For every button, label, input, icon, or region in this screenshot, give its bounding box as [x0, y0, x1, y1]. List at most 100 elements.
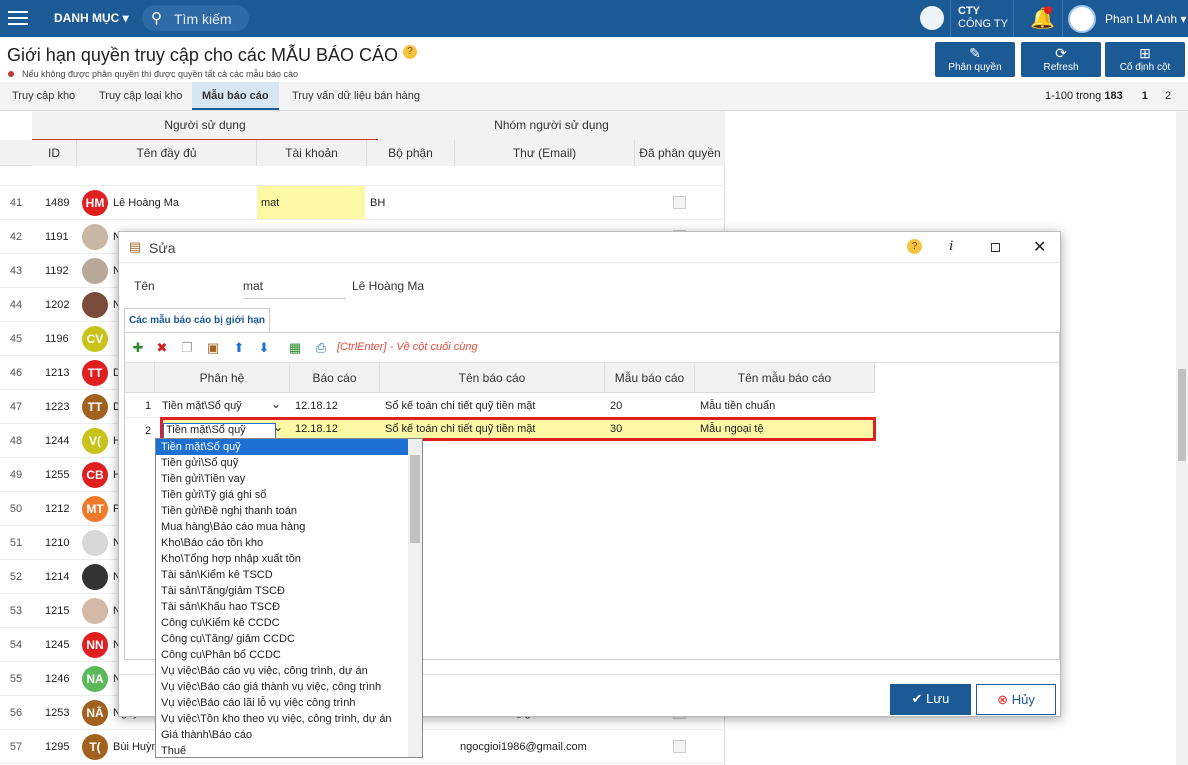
dropdown-option[interactable]: Giá thành\Báo cáo [156, 727, 408, 743]
account-field[interactable]: mat [243, 279, 346, 299]
support-icon[interactable] [920, 6, 944, 30]
row-number: 41 [9, 197, 23, 209]
close-icon[interactable]: ✕ [1033, 237, 1046, 257]
avatar: NÃ [82, 700, 108, 726]
col-department[interactable]: Bộ phận [366, 140, 454, 166]
dropdown-option[interactable]: Tiền mặt\Sổ quỹ [156, 439, 408, 455]
row-number: 49 [9, 469, 23, 481]
add-row-icon[interactable]: ✚ [130, 340, 146, 356]
col-permitted[interactable]: Đã phân quyền [634, 140, 725, 166]
save-button[interactable]: ✔ Lưu [890, 684, 971, 715]
col-email[interactable]: Thư (Email) [454, 140, 634, 166]
table-row[interactable]: 1 Tiền mặt\Sổ quỹ ⌄ 12.18.12 Sổ kế toán … [125, 394, 875, 418]
col-id[interactable]: ID [32, 140, 76, 166]
user-id: 1244 [45, 435, 70, 447]
dropdown-option[interactable]: Kho\Tổng hợp nhập xuất tồn [156, 551, 408, 567]
dropdown-scrollbar-thumb[interactable] [410, 455, 420, 543]
permitted-checkbox[interactable] [673, 740, 686, 753]
row-number: 1 [145, 400, 152, 412]
tab-report-templates[interactable]: Mẫu báo cáo [192, 82, 279, 110]
search-box[interactable]: ⚲ Tìm kiếm [142, 5, 249, 31]
user-avatar[interactable] [1068, 5, 1096, 33]
avatar-initials: HM [85, 196, 105, 210]
dropdown-option[interactable]: Thuế [156, 743, 408, 757]
dropdown-option[interactable]: Kho\Báo cáo tồn kho [156, 535, 408, 551]
pin-columns-button[interactable]: ⊞ Cố định cột [1105, 42, 1185, 77]
col-template[interactable]: Mẫu báo cáo [605, 363, 695, 393]
report-cell[interactable]: 12.18.12 [295, 423, 338, 435]
cancel-button[interactable]: ⊗ Hủy [976, 684, 1056, 715]
maximize-icon[interactable] [991, 243, 1000, 252]
module-dropdown-list[interactable]: Tiền mặt\Sổ quỹ Tiền gửi\Sổ quỹ Tiền gửi\T… [155, 438, 423, 758]
dropdown-option[interactable]: Vụ việc\Báo cáo lãi lỗ vụ việc công trìn… [156, 695, 408, 711]
avatar [82, 258, 108, 284]
chevron-down-icon[interactable]: ⌄ [273, 420, 283, 434]
col-full-name[interactable]: Tên đầy đủ [76, 140, 256, 166]
category-menu-button[interactable]: DANH MỤC ▾ [54, 11, 129, 25]
paste-icon[interactable]: ▣ [205, 340, 221, 356]
dropdown-option[interactable]: Vụ việc\Báo cáo vụ việc, công trình, dự … [156, 663, 408, 679]
filter-row[interactable] [0, 166, 725, 186]
paging-total: 183 [1104, 90, 1123, 102]
permitted-checkbox[interactable] [673, 196, 686, 209]
dropdown-option[interactable]: Tài sản\Tăng/giảm TSCĐ [156, 583, 408, 599]
tab-warehouse-access[interactable]: Truy cập kho [2, 82, 85, 110]
dropdown-option[interactable]: Vụ việc\Báo cáo giá thành vụ việc, công … [156, 679, 408, 695]
dropdown-option[interactable]: Công cụ\Phân bổ CCDC [156, 647, 408, 663]
move-up-icon[interactable]: ⬆ [231, 340, 247, 356]
avatar: HM [82, 190, 108, 216]
dropdown-option[interactable]: Tiền gửi\Sổ quỹ [156, 455, 408, 471]
help-icon[interactable]: ? [907, 239, 922, 254]
avatar: V( [82, 428, 108, 454]
full-name-value: Lê Hoàng Ma [352, 279, 425, 293]
row-number: 45 [9, 333, 23, 345]
chevron-down-icon[interactable]: ⌄ [271, 397, 281, 411]
col-template-name[interactable]: Tên mẫu báo cáo [695, 363, 875, 393]
print-icon[interactable]: ⎙ [313, 340, 329, 356]
avatar-initials: V( [89, 434, 101, 448]
page-2-link[interactable]: 2 [1165, 90, 1171, 102]
module-select[interactable]: Tiền mặt\Sổ quỹ [163, 423, 276, 439]
excel-icon[interactable]: ▦ [287, 340, 303, 356]
tab-sales-data-query[interactable]: Truy vấn dữ liệu bán hàng [282, 82, 430, 110]
col-report-name[interactable]: Tên báo cáo [380, 363, 605, 393]
company-selector[interactable]: CTY CÔNG TY [958, 5, 1008, 31]
group-header-user-groups: Nhóm người sử dụng [378, 111, 725, 140]
page-scrollbar[interactable] [1176, 111, 1188, 765]
template-cell[interactable]: 20 [610, 400, 622, 412]
help-icon[interactable]: ? [402, 45, 417, 59]
hamburger-menu-icon[interactable] [8, 11, 28, 26]
template-cell[interactable]: 30 [610, 423, 622, 435]
avatar [82, 530, 108, 556]
dropdown-option[interactable]: Mua hàng\Báo cáo mua hàng [156, 519, 408, 535]
grant-permission-button[interactable]: ✎ Phân quyền [935, 42, 1015, 77]
dropdown-option[interactable]: Tiền gửi\Đề nghị thanh toán [156, 503, 408, 519]
delete-row-icon[interactable]: ✖ [154, 340, 170, 356]
dropdown-option[interactable]: Vụ việc\Tồn kho theo vụ việc, công trình… [156, 711, 408, 727]
scrollbar-thumb[interactable] [1178, 369, 1186, 461]
move-down-icon[interactable]: ⬇ [256, 340, 272, 356]
page-1-link[interactable]: 1 [1142, 90, 1148, 102]
info-icon[interactable]: i [949, 238, 953, 255]
table-row[interactable]: 41 1489 HM Lê Hoàng Ma mat BH [0, 186, 725, 220]
report-cell[interactable]: 12.18.12 [295, 400, 338, 412]
row-number: 52 [9, 571, 23, 583]
copy-icon[interactable]: ❐ [179, 340, 195, 356]
col-module[interactable]: Phân hệ [155, 363, 290, 393]
dropdown-option[interactable]: Tài sản\Khấu hao TSCĐ [156, 599, 408, 615]
dropdown-option[interactable]: Tài sản\Kiểm kê TSCD [156, 567, 408, 583]
col-report[interactable]: Báo cáo [290, 363, 380, 393]
dialog-title-bar: ▤ Sửa ? i ✕ [119, 232, 1060, 263]
module-cell[interactable]: Tiền mặt\Sổ quỹ [162, 400, 242, 412]
dropdown-option[interactable]: Tiền gửi\Tỷ giá ghi sổ [156, 487, 408, 503]
tab-warehouse-type-access[interactable]: Truy cập loại kho [89, 82, 192, 110]
dropdown-option[interactable]: Công cụ\Tăng/ giảm CCDC [156, 631, 408, 647]
col-account[interactable]: Tài khoản [256, 140, 366, 166]
user-menu[interactable]: Phan LM Anh ▾ [1105, 12, 1186, 26]
dropdown-option[interactable]: Công cụ\Kiểm kê CCDC [156, 615, 408, 631]
dropdown-option[interactable]: Tiền gửi\Tiền vay [156, 471, 408, 487]
user-id: 1192 [45, 265, 69, 277]
tab-restricted-templates[interactable]: Các mẫu báo cáo bị giới hạn [124, 308, 270, 332]
avatar [82, 292, 108, 318]
refresh-button[interactable]: ⟳ Refresh [1021, 42, 1101, 77]
